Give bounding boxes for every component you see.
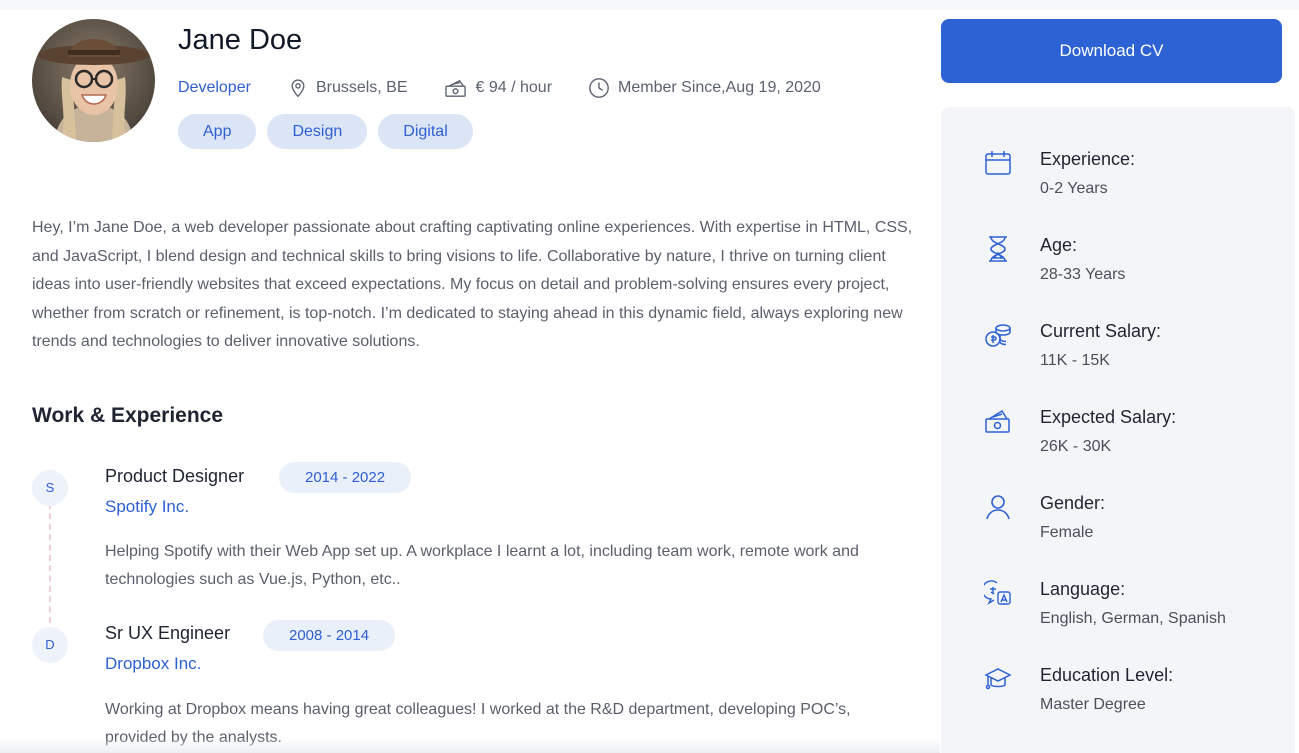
info-label: Experience: [1040,149,1136,169]
tag-list: App Design Digital [178,114,473,149]
job-description: Helping Spotify with their Web App set u… [105,543,859,588]
money-icon [985,409,1010,433]
top-bar [0,0,1299,10]
about-text: Hey, I’m Jane Doe, a web developer passi… [32,219,913,350]
info-value: 11K - 15K [1040,352,1110,369]
language-icon [984,580,1011,605]
info-label: Gender: [1040,493,1106,513]
tag-app[interactable]: App [178,114,257,149]
hourly-rate: € 94 / hour [444,78,553,98]
tag-design[interactable]: Design [267,114,368,149]
graduation-cap-icon [984,668,1012,690]
tag-digital[interactable]: Digital [378,114,473,149]
hourglass-icon [989,236,1007,262]
company-link[interactable]: Dropbox Inc. [105,654,201,674]
download-cv-button[interactable]: Download CV [941,19,1282,83]
location: Brussels, BE [288,78,408,98]
avatar [32,19,155,142]
job-title: Product Designer [105,466,245,486]
info-label: Expected Salary: [1040,407,1177,427]
info-label: Education Level: [1040,665,1174,685]
timeline-line [49,503,51,623]
coins-icon [985,324,1011,347]
member-since: Member Since,Aug 19, 2020 [588,77,821,99]
member-since-text: Member Since,Aug 19, 2020 [618,79,821,96]
bottom-fade [0,738,940,753]
timeline-dot-dropbox: D [32,627,68,663]
user-icon [986,495,1010,520]
location-text: Brussels, BE [315,79,408,96]
profile-name: Jane Doe [178,24,303,56]
job-years-badge: 2014 - 2022 [279,462,412,493]
info-value: 28-33 Years [1040,266,1126,283]
info-value: Female [1040,524,1094,541]
timeline-dot-spotify: S [32,470,68,506]
profile-role[interactable]: Developer [178,79,251,97]
info-label: Age: [1040,235,1078,255]
calendar-icon [985,151,1011,175]
map-pin-icon [291,79,305,98]
info-label: Language: [1040,579,1126,599]
job-title: Sr UX Engineer [105,623,231,643]
info-value: Master Degree [1040,696,1146,713]
job-years-badge: 2008 - 2014 [263,620,396,651]
clock-icon [589,78,609,98]
rate-text: € 94 / hour [475,79,553,96]
section-title-work: Work & Experience [32,404,224,427]
info-label: Current Salary: [1040,321,1162,341]
company-link[interactable]: Spotify Inc. [105,497,189,517]
money-icon [444,79,466,97]
profile-meta: Developer Brussels, BE € 94 / hour Membe… [178,76,857,100]
info-value: 26K - 30K [1040,438,1112,455]
info-value: English, German, Spanish [1040,610,1226,627]
info-value: 0-2 Years [1040,180,1108,197]
